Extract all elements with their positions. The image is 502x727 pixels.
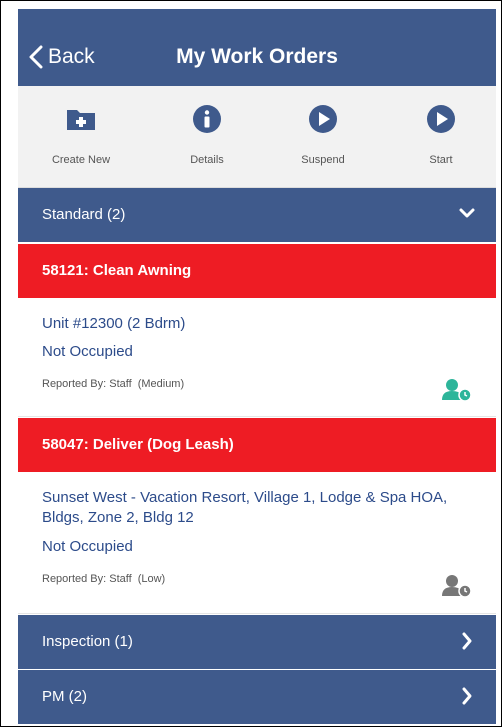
person-clock-icon xyxy=(442,379,472,402)
nav-bar: Back My Work Orders xyxy=(18,9,496,86)
start-button[interactable]: Start xyxy=(386,102,496,166)
reported-by-text: Reported By: Staff xyxy=(42,378,132,390)
section-pm[interactable]: PM (2) xyxy=(18,670,496,724)
app-frame: Back My Work Orders Create New Details S… xyxy=(0,0,502,727)
chevron-down-icon xyxy=(459,208,475,218)
section-standard[interactable]: Standard (2) xyxy=(18,188,496,242)
work-order-location: Unit #12300 (2 Bdrm) xyxy=(42,315,186,332)
section-inspection[interactable]: Inspection (1) xyxy=(18,615,496,669)
start-label: Start xyxy=(429,154,453,166)
folder-plus-icon xyxy=(67,110,95,130)
work-order-title: 58047: Deliver (Dog Leash) xyxy=(42,436,234,453)
work-order-header[interactable]: 58047: Deliver (Dog Leash) xyxy=(18,418,496,472)
work-order-details[interactable]: Unit #12300 (2 Bdrm) Not Occupied Report… xyxy=(18,298,496,417)
work-order-location: Sunset West - Vacation Resort, Village 1… xyxy=(42,489,448,526)
occupancy-status: Not Occupied xyxy=(42,538,133,555)
suspend-button[interactable]: Suspend xyxy=(268,102,378,166)
create-new-button[interactable]: Create New xyxy=(26,102,136,166)
chevron-right-icon xyxy=(462,632,472,650)
play-circle-icon xyxy=(309,105,337,133)
info-icon xyxy=(193,105,221,133)
work-order-details[interactable]: Sunset West - Vacation Resort, Village 1… xyxy=(18,472,496,614)
screen: Back My Work Orders Create New Details S… xyxy=(18,9,496,726)
section-title: Inspection (1) xyxy=(42,633,133,650)
reported-by: Reported By: Staff (Medium) xyxy=(42,378,184,390)
toolbar: Create New Details Suspend Start xyxy=(18,86,496,188)
work-order-title: 58121: Clean Awning xyxy=(42,262,192,279)
details-button[interactable]: Details xyxy=(152,102,262,166)
play-circle-icon xyxy=(427,105,455,133)
details-label: Details xyxy=(190,154,224,166)
priority-label: (Low) xyxy=(137,573,166,585)
section-title: PM (2) xyxy=(42,688,87,705)
occupancy-status: Not Occupied xyxy=(42,343,133,360)
chevron-right-icon xyxy=(462,687,472,705)
section-title: Standard (2) xyxy=(42,206,126,223)
suspend-label: Suspend xyxy=(301,154,345,166)
work-order-header[interactable]: 58121: Clean Awning xyxy=(18,244,496,298)
priority-label: (Medium) xyxy=(137,378,185,390)
reported-by: Reported By: Staff (Low) xyxy=(42,573,165,585)
reported-by-text: Reported By: Staff xyxy=(42,573,132,585)
create-new-label: Create New xyxy=(51,154,111,166)
person-clock-icon xyxy=(442,575,472,598)
page-title: My Work Orders xyxy=(176,45,338,68)
